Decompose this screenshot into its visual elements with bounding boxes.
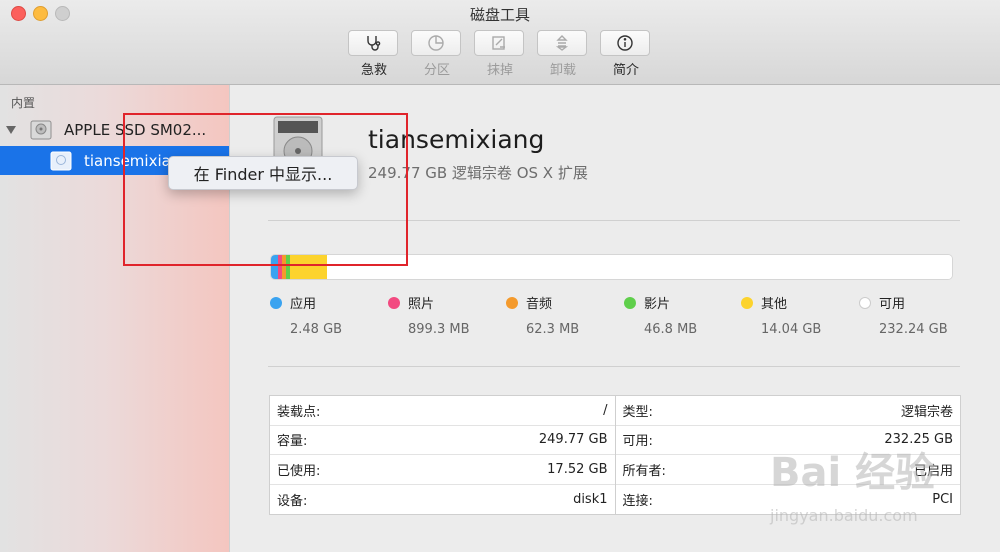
legend-value: 14.04 GB xyxy=(761,322,822,337)
info-row: 设备: disk1 xyxy=(270,485,615,515)
watermark: Bai 经验 jingyan.baidu.com xyxy=(770,440,990,540)
legend-dot-icon xyxy=(388,296,400,309)
info-key: 可用: xyxy=(622,434,653,450)
first-aid-label: 急救 xyxy=(360,63,387,78)
legend-label: 音频 xyxy=(526,297,553,312)
info-value: 逻辑宗卷 xyxy=(900,404,953,420)
info-key: 已使用: xyxy=(277,463,321,479)
info-row: 已使用: 17.52 GB xyxy=(270,455,615,485)
legend-dot-icon xyxy=(741,296,753,309)
legend-value: 232.24 GB xyxy=(879,322,948,337)
legend-value: 899.3 MB xyxy=(408,322,470,337)
legend-label: 应用 xyxy=(290,297,317,312)
first-aid-button[interactable]: 急救 xyxy=(348,30,400,78)
disclosure-triangle-icon[interactable] xyxy=(6,125,16,134)
legend-dot-icon xyxy=(859,296,871,309)
info-icon xyxy=(617,35,633,51)
legend-item: 音频 62.3 MB xyxy=(506,293,626,337)
volume-subtitle: 249.77 GB 逻辑宗卷 OS X 扩展 xyxy=(368,164,588,182)
sidebar-disk-label: APPLE SSD SM02... xyxy=(64,120,207,139)
partition-label: 分区 xyxy=(423,63,450,78)
legend-item: 照片 899.3 MB xyxy=(388,293,508,337)
usage-segment xyxy=(271,255,278,279)
legend-item: 影片 46.8 MB xyxy=(624,293,744,337)
partition-button[interactable]: 分区 xyxy=(411,30,463,78)
info-value: 249.77 GB xyxy=(538,432,608,448)
pie-partition-icon xyxy=(428,35,444,51)
divider xyxy=(268,220,960,221)
usage-bar xyxy=(270,254,953,280)
info-row: 容量: 249.77 GB xyxy=(270,426,615,455)
watermark-brand: Bai 经验 xyxy=(770,450,936,496)
legend-item: 应用 2.48 GB xyxy=(270,293,390,337)
divider xyxy=(268,366,960,367)
info-key: 类型: xyxy=(622,404,653,420)
toolbar-area: 磁盘工具 急救 分区 抹掉 卸载 简介 xyxy=(0,0,1000,85)
info-key: 所有者: xyxy=(622,463,666,479)
legend-label: 其他 xyxy=(761,297,788,312)
info-value: 17.52 GB xyxy=(547,461,608,477)
sidebar-section-internal: 内置 xyxy=(11,96,36,110)
info-key: 装载点: xyxy=(277,404,321,420)
hard-drive-icon xyxy=(30,120,52,139)
info-key: 连接: xyxy=(622,493,653,509)
volume-icon xyxy=(50,151,72,170)
usage-segment xyxy=(327,255,952,279)
info-row: 装载点: / xyxy=(270,396,615,426)
legend-label: 照片 xyxy=(408,297,435,312)
legend-item: 可用 232.24 GB xyxy=(859,293,979,337)
unmount-icon xyxy=(555,35,569,51)
info-column-left: 装载点: / 容量: 249.77 GB 已使用: 17.52 GB 设备: disk1 xyxy=(270,396,616,514)
unmount-label: 卸载 xyxy=(549,63,576,78)
watermark-url: jingyan.baidu.com xyxy=(770,506,918,525)
legend-label: 影片 xyxy=(644,297,671,312)
info-key: 设备: xyxy=(277,493,308,509)
erase-button[interactable]: 抹掉 xyxy=(474,30,526,78)
legend-label: 可用 xyxy=(879,297,906,312)
volume-name: tiansemixiang xyxy=(368,125,545,154)
legend-item: 其他 14.04 GB xyxy=(741,293,861,337)
legend-value: 46.8 MB xyxy=(644,322,698,337)
legend-dot-icon xyxy=(624,296,636,309)
window-title: 磁盘工具 xyxy=(469,6,530,24)
context-menu-show-in-finder[interactable]: 在 Finder 中显示... xyxy=(168,156,358,190)
legend-dot-icon xyxy=(506,296,518,309)
sidebar-item-disk[interactable]: APPLE SSD SM02... xyxy=(0,115,229,144)
usage-segment xyxy=(289,255,328,279)
erase-icon xyxy=(492,36,505,50)
info-row: 类型: 逻辑宗卷 xyxy=(615,396,960,426)
info-value: disk1 xyxy=(573,491,608,507)
unmount-button[interactable]: 卸载 xyxy=(537,30,589,78)
info-value: / xyxy=(603,402,608,418)
legend-dot-icon xyxy=(270,296,282,309)
info-key: 容量: xyxy=(277,434,308,450)
legend-value: 62.3 MB xyxy=(526,322,580,337)
context-menu-item-label: 在 Finder 中显示... xyxy=(193,165,333,184)
legend-value: 2.48 GB xyxy=(290,322,343,337)
stethoscope-icon xyxy=(367,36,381,51)
erase-label: 抹掉 xyxy=(486,63,513,78)
info-button[interactable]: 简介 xyxy=(600,30,652,78)
info-label: 简介 xyxy=(612,63,639,78)
